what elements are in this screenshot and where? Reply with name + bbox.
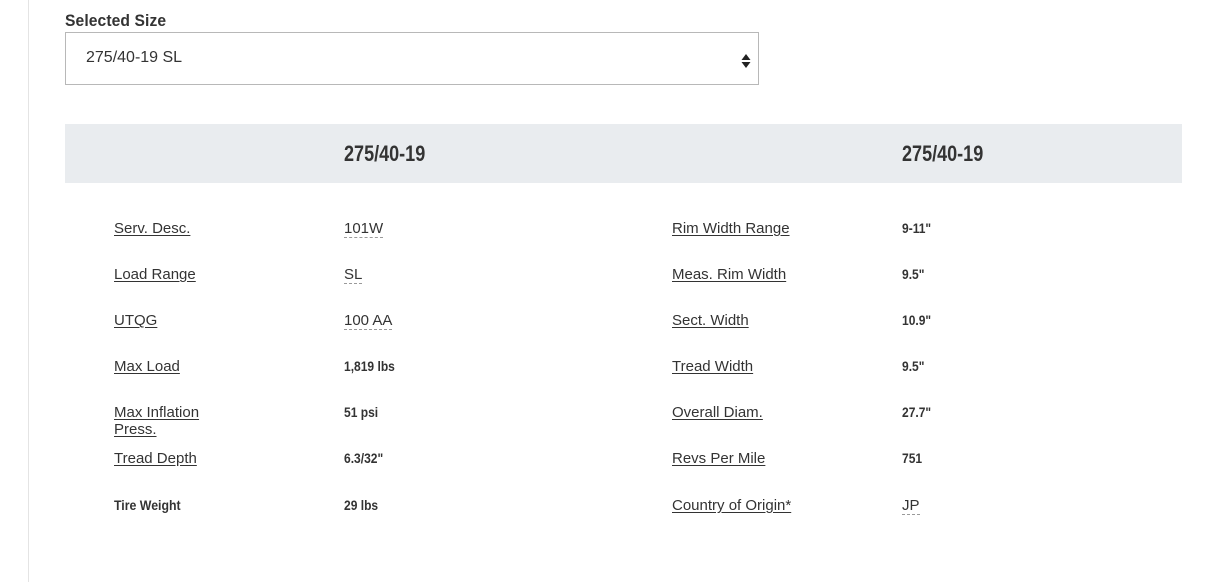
spec-label-revs-per-mile[interactable]: Revs Per Mile: [672, 450, 765, 467]
spec-label-tire-weight: Tire Weight: [114, 497, 181, 513]
spec-value-load-range[interactable]: SL: [344, 266, 363, 284]
spec-value-utqg[interactable]: 100 AA: [344, 312, 393, 330]
spec-value-rim-width-range: 9-11": [902, 220, 932, 236]
spec-value-tire-weight: 29 lbs: [344, 497, 379, 513]
spec-label-tread-depth[interactable]: Tread Depth: [114, 450, 197, 467]
spec-label-sect-width[interactable]: Sect. Width: [672, 312, 749, 329]
spec-value-sect-width: 10.9": [902, 312, 932, 328]
spec-label-overall-diam[interactable]: Overall Diam.: [672, 404, 763, 421]
spec-value-meas-rim-width: 9.5": [902, 266, 925, 282]
size-select-value: 275/40-19 SL: [86, 49, 183, 66]
spec-value-revs-per-mile: 751: [902, 450, 923, 466]
spec-value-serv-desc[interactable]: 101W: [344, 220, 384, 238]
selected-size-label: Selected Size: [65, 11, 167, 30]
tire-spec-panel: Selected Size 275/40-19 SL 275/40-19 275…: [0, 0, 1226, 582]
spec-label-rim-width-range[interactable]: Rim Width Range: [672, 220, 790, 237]
spec-label-serv-desc[interactable]: Serv. Desc.: [114, 220, 190, 237]
spec-value-tread-depth: 6.3/32": [344, 450, 384, 466]
spec-value-max-load: 1,819 lbs: [344, 358, 395, 374]
spec-label-max-load[interactable]: Max Load: [114, 358, 180, 375]
column-header-size-2: 275/40-19: [902, 141, 984, 166]
size-select[interactable]: 275/40-19 SL: [65, 32, 759, 85]
spec-value-overall-diam: 27.7": [902, 404, 932, 420]
sort-arrows-icon: [741, 54, 751, 68]
spec-label-load-range[interactable]: Load Range: [114, 266, 196, 283]
spec-value-max-inflation: 51 psi: [344, 404, 379, 420]
spec-value-tread-width: 9.5": [902, 358, 925, 374]
spec-label-max-inflation[interactable]: Max Inflation Press.: [114, 404, 214, 438]
spec-label-tread-width[interactable]: Tread Width: [672, 358, 753, 375]
spec-value-country-of-origin[interactable]: JP: [902, 497, 920, 515]
spec-table-header: [65, 124, 1182, 183]
spec-label-meas-rim-width[interactable]: Meas. Rim Width: [672, 266, 786, 283]
spec-label-country-of-origin[interactable]: Country of Origin*: [672, 497, 791, 514]
panel-left-border: [28, 0, 29, 582]
column-header-size-1: 275/40-19: [344, 141, 426, 166]
spec-label-utqg[interactable]: UTQG: [114, 312, 157, 329]
